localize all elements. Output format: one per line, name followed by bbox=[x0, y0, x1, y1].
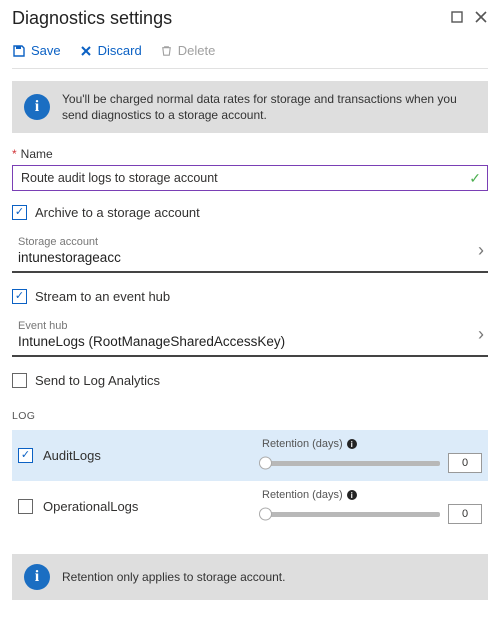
info-icon: i bbox=[24, 94, 50, 120]
stream-checkbox[interactable]: ✓ bbox=[12, 289, 27, 304]
delete-icon bbox=[160, 44, 173, 57]
operationallogs-retention-slider[interactable] bbox=[262, 512, 440, 517]
footer-info-text: Retention only applies to storage accoun… bbox=[62, 569, 285, 585]
name-field-wrapper[interactable]: ✓ bbox=[12, 165, 488, 191]
info-banner-text: You'll be charged normal data rates for … bbox=[62, 91, 476, 123]
delete-button: Delete bbox=[160, 43, 216, 58]
storage-account-value: intunestorageacc bbox=[18, 250, 121, 265]
operationallogs-retention-value[interactable]: 0 bbox=[448, 504, 482, 524]
retention-label: Retention (days) bbox=[262, 438, 343, 450]
required-star-icon: * bbox=[12, 147, 17, 161]
auditlogs-name: AuditLogs bbox=[43, 448, 252, 463]
toolbar: Save Discard Delete bbox=[12, 37, 488, 69]
name-label: * Name bbox=[12, 147, 488, 161]
info-icon: i bbox=[24, 564, 50, 590]
name-label-text: Name bbox=[21, 147, 53, 161]
auditlogs-checkbox[interactable]: ✓ bbox=[18, 448, 33, 463]
discard-icon bbox=[79, 44, 93, 58]
storage-account-label: Storage account bbox=[18, 236, 121, 248]
stream-label: Stream to an event hub bbox=[35, 289, 170, 304]
pin-icon[interactable] bbox=[450, 10, 464, 27]
auditlogs-retention-slider[interactable] bbox=[262, 461, 440, 466]
discard-button[interactable]: Discard bbox=[79, 43, 142, 58]
event-hub-selector[interactable]: Event hub IntuneLogs (RootManageSharedAc… bbox=[12, 314, 488, 357]
info-icon[interactable]: i bbox=[347, 439, 357, 449]
slider-thumb-icon[interactable] bbox=[259, 457, 272, 470]
event-hub-label: Event hub bbox=[18, 320, 285, 332]
archive-label: Archive to a storage account bbox=[35, 205, 200, 220]
operationallogs-checkbox[interactable]: ✓ bbox=[18, 499, 33, 514]
log-row-operationallogs[interactable]: ✓ OperationalLogs Retention (days) i 0 bbox=[12, 481, 488, 532]
log-analytics-checkbox[interactable]: ✓ bbox=[12, 373, 27, 388]
log-analytics-label: Send to Log Analytics bbox=[35, 373, 160, 388]
save-icon bbox=[12, 44, 26, 58]
chevron-right-icon: › bbox=[478, 324, 484, 345]
discard-label: Discard bbox=[98, 43, 142, 58]
delete-label: Delete bbox=[178, 43, 216, 58]
archive-checkbox[interactable]: ✓ bbox=[12, 205, 27, 220]
save-label: Save bbox=[31, 43, 61, 58]
operationallogs-name: OperationalLogs bbox=[43, 499, 252, 514]
close-icon[interactable] bbox=[474, 10, 488, 27]
save-button[interactable]: Save bbox=[12, 43, 61, 58]
event-hub-value: IntuneLogs (RootManageSharedAccessKey) bbox=[18, 334, 285, 349]
log-row-auditlogs[interactable]: ✓ AuditLogs Retention (days) i 0 bbox=[12, 430, 488, 481]
info-banner: i You'll be charged normal data rates fo… bbox=[12, 81, 488, 133]
name-input[interactable] bbox=[19, 170, 469, 186]
retention-label: Retention (days) bbox=[262, 489, 343, 501]
storage-account-selector[interactable]: Storage account intunestorageacc › bbox=[12, 230, 488, 273]
page-title: Diagnostics settings bbox=[12, 8, 172, 29]
info-icon[interactable]: i bbox=[347, 490, 357, 500]
auditlogs-retention-value[interactable]: 0 bbox=[448, 453, 482, 473]
chevron-right-icon: › bbox=[478, 240, 484, 261]
slider-thumb-icon[interactable] bbox=[259, 508, 272, 521]
log-section-header: LOG bbox=[12, 410, 488, 422]
footer-info-banner: i Retention only applies to storage acco… bbox=[12, 554, 488, 600]
valid-check-icon: ✓ bbox=[469, 170, 481, 187]
